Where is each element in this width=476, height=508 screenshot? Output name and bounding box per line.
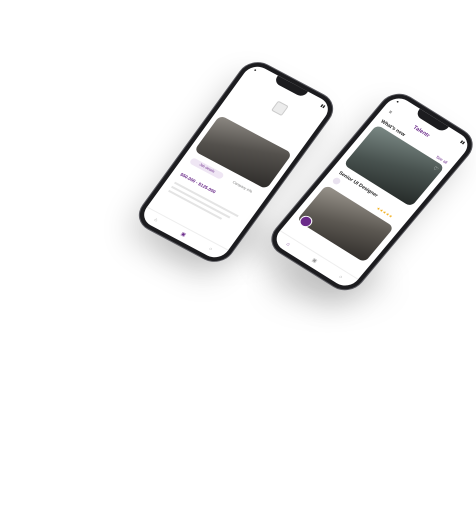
company-logo-icon [331, 176, 342, 186]
briefcase-icon[interactable]: ▣ [179, 231, 187, 238]
scene: ● ▮▮ Job details Company info $50.000 - $… [0, 0, 476, 508]
profile-icon[interactable]: ○ [337, 274, 343, 280]
company-logo-icon [271, 100, 289, 117]
briefcase-icon[interactable]: ▣ [310, 257, 318, 264]
menu-icon[interactable]: ≡ [387, 109, 393, 115]
meeting-photo [343, 124, 445, 208]
home-icon[interactable]: ⌂ [285, 241, 291, 247]
profile-icon[interactable]: ○ [207, 246, 213, 252]
description-line [170, 185, 231, 219]
office-photo [193, 114, 293, 190]
home-icon[interactable]: ⌂ [153, 217, 159, 223]
